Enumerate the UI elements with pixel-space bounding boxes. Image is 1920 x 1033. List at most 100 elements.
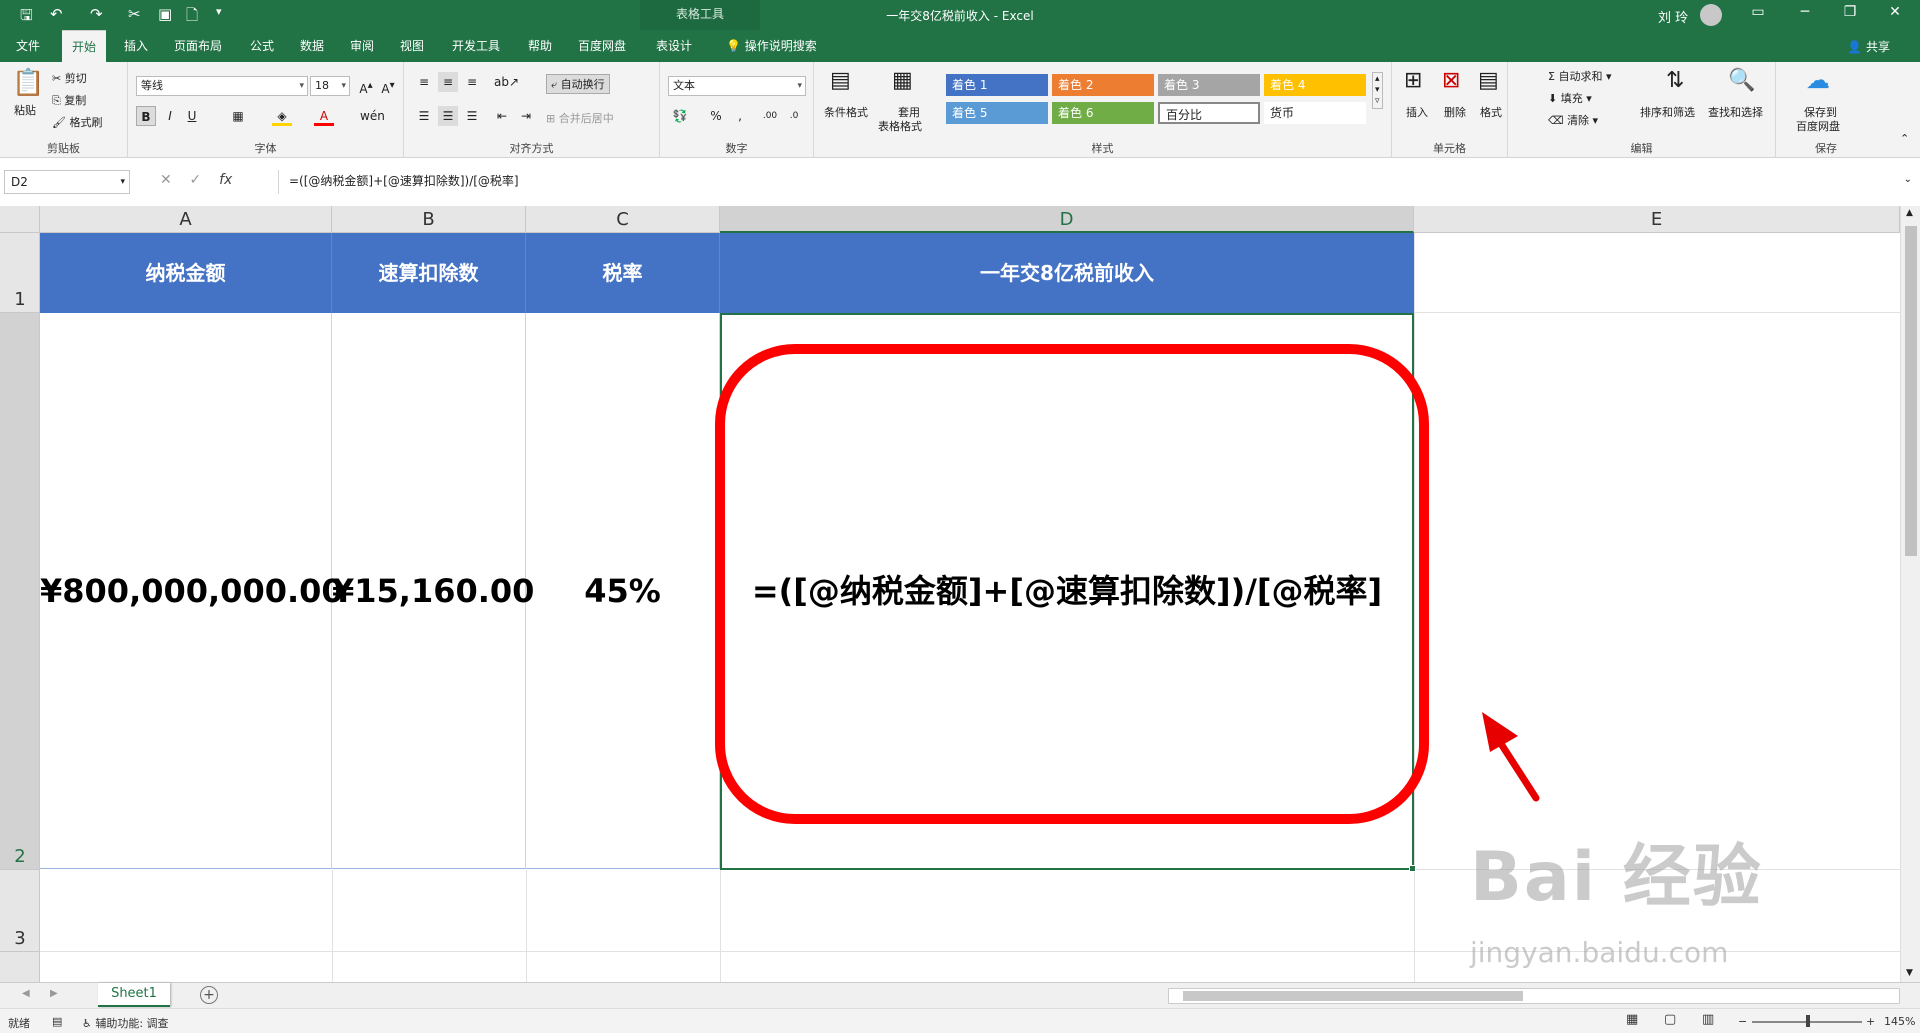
expand-formula-icon[interactable]: ⌄ [1904, 174, 1912, 185]
style-accent4[interactable]: 着色 4 [1264, 74, 1366, 96]
tab-formulas[interactable]: 公式 [240, 30, 284, 62]
enter-icon[interactable]: ✓ [190, 172, 202, 188]
increase-decimal-icon[interactable]: .00 [760, 106, 780, 126]
increase-font-icon[interactable]: A▴ [356, 76, 376, 96]
align-middle-icon[interactable]: ≡ [438, 72, 458, 92]
next-sheet-icon[interactable]: ▶ [50, 988, 58, 999]
decrease-font-icon[interactable]: A▾ [378, 76, 398, 96]
collapse-ribbon-icon[interactable]: ⌃ [1900, 132, 1909, 145]
column-header-a[interactable]: A [40, 206, 332, 233]
format-cells-button[interactable]: 格式 [1480, 104, 1502, 120]
cell-a2[interactable]: ¥800,000,000.00 [40, 313, 344, 869]
macro-record-icon[interactable]: ▤ [52, 1015, 62, 1028]
select-all-corner[interactable] [0, 206, 40, 233]
formula-input[interactable]: =([@纳税金额]+[@速算扣除数])/[@税率] [278, 170, 1908, 194]
find-select-button[interactable]: 查找和选择 [1708, 104, 1763, 120]
column-header-e[interactable]: E [1414, 206, 1900, 233]
style-percent[interactable]: 百分比 [1158, 102, 1260, 124]
underline-button[interactable]: U [182, 106, 202, 126]
percent-button[interactable]: % [706, 106, 726, 126]
phonetic-icon[interactable]: wén [360, 106, 385, 126]
style-accent3[interactable]: 着色 3 [1158, 74, 1260, 96]
conditional-format-icon[interactable]: ▤ [830, 68, 851, 93]
delete-cells-button[interactable]: 删除 [1444, 104, 1466, 120]
align-center-icon[interactable]: ☰ [438, 106, 458, 126]
delete-cells-icon[interactable]: ⊠ [1442, 68, 1460, 93]
accounting-icon[interactable]: 💱 [670, 106, 690, 126]
italic-button[interactable]: I [160, 106, 180, 126]
clear-button[interactable]: ⌫ 清除 ▾ [1548, 112, 1598, 128]
decrease-decimal-icon[interactable]: .0 [784, 106, 804, 126]
paste-icon[interactable]: 📋 [12, 68, 44, 98]
zoom-out-icon[interactable]: − [1738, 1015, 1747, 1028]
avatar[interactable] [1700, 4, 1722, 26]
cell-b1[interactable]: 速算扣除数 [332, 233, 526, 313]
align-left-icon[interactable]: ☰ [414, 106, 434, 126]
prev-sheet-icon[interactable]: ◀ [22, 988, 30, 999]
style-accent5[interactable]: 着色 5 [946, 102, 1048, 124]
spreadsheet-grid[interactable]: A B C D E 1 2 3 纳税金额 速算扣除数 税率 一年交8亿税前收入 … [0, 206, 1900, 982]
cell-d1[interactable]: 一年交8亿税前收入 [720, 233, 1414, 313]
page-break-view-icon[interactable]: ▥ [1702, 1012, 1714, 1027]
tab-insert[interactable]: 插入 [114, 30, 158, 62]
align-right-icon[interactable]: ☰ [462, 106, 482, 126]
tab-page-layout[interactable]: 页面布局 [164, 30, 232, 62]
vertical-scrollbar[interactable]: ▲ ▼ [1900, 206, 1920, 982]
find-select-icon[interactable]: 🔍 [1728, 68, 1755, 93]
zoom-slider-thumb[interactable] [1806, 1015, 1810, 1027]
scroll-thumb[interactable] [1905, 226, 1917, 556]
autosum-button[interactable]: Σ 自动求和 ▾ [1548, 68, 1611, 84]
style-accent6[interactable]: 着色 6 [1052, 102, 1154, 124]
format-cells-icon[interactable]: ▤ [1478, 68, 1499, 93]
horizontal-scrollbar[interactable] [1168, 988, 1900, 1004]
bold-button[interactable]: B [136, 106, 156, 126]
cell-c2[interactable]: 45% [526, 313, 720, 869]
orientation-icon[interactable]: ab↗ [494, 72, 519, 92]
column-header-b[interactable]: B [332, 206, 526, 233]
tab-table-design[interactable]: 表设计 [646, 30, 702, 62]
border-icon[interactable]: ▦ [228, 106, 248, 126]
cut-button[interactable]: ✂ 剪切 [52, 70, 87, 86]
style-accent2[interactable]: 着色 2 [1052, 74, 1154, 96]
copy-button[interactable]: ⎘ 复制 [52, 92, 86, 108]
scroll-down-icon[interactable]: ▼ [1906, 968, 1913, 978]
tab-view[interactable]: 视图 [390, 30, 434, 62]
normal-view-icon[interactable]: ▦ [1626, 1012, 1638, 1027]
align-bottom-icon[interactable]: ≡ [462, 72, 482, 92]
decrease-indent-icon[interactable]: ⇤ [492, 106, 512, 126]
paste-button[interactable]: 粘贴 [14, 102, 36, 118]
tab-developer[interactable]: 开发工具 [442, 30, 510, 62]
scroll-up-icon[interactable]: ▲ [1906, 208, 1913, 218]
table-format-icon[interactable]: ▦ [892, 68, 913, 93]
format-painter-button[interactable]: 🖌 格式刷 [52, 114, 102, 130]
comma-style-icon[interactable]: , [730, 106, 750, 126]
tab-home[interactable]: 开始 [62, 30, 107, 63]
sheet-tab-sheet1[interactable]: Sheet1 [98, 983, 170, 1007]
cell-b2[interactable]: ¥15,160.00 [332, 313, 534, 869]
tab-file[interactable]: 文件 [6, 30, 50, 62]
maximize-icon[interactable]: ❐ [1835, 4, 1865, 20]
minimize-icon[interactable]: ─ [1790, 4, 1820, 20]
save-to-netdisk-button-line2[interactable]: 百度网盘 [1796, 118, 1840, 134]
fill-button[interactable]: ⬇ 填充 ▾ [1548, 90, 1592, 106]
insert-cells-button[interactable]: 插入 [1406, 104, 1428, 120]
share-button[interactable]: 👤 共享 [1847, 38, 1890, 55]
fill-color-icon[interactable]: ◈ [272, 106, 292, 126]
font-size-combo[interactable]: 18 ▾ [310, 76, 350, 96]
cancel-icon[interactable]: ✕ [160, 172, 172, 188]
fill-handle[interactable] [1409, 865, 1416, 872]
accessibility-status[interactable]: ♿ 辅助功能: 调查 [82, 1015, 169, 1031]
style-currency[interactable]: 货币 [1264, 102, 1366, 124]
user-name[interactable]: 刘 玲 [1658, 7, 1688, 26]
number-format-combo[interactable]: 文本 ▾ [668, 76, 806, 96]
zoom-in-icon[interactable]: + [1866, 1015, 1875, 1028]
zoom-level[interactable]: 145% [1884, 1015, 1915, 1028]
cell-a1[interactable]: 纳税金额 [40, 233, 332, 313]
conditional-format-button[interactable]: 条件格式 [824, 104, 868, 120]
tab-review[interactable]: 审阅 [340, 30, 384, 62]
increase-indent-icon[interactable]: ⇥ [516, 106, 536, 126]
column-header-d[interactable]: D [720, 206, 1414, 233]
table-format-button-line2[interactable]: 表格格式 [878, 118, 922, 134]
font-color-icon[interactable]: A [314, 106, 334, 126]
tab-data[interactable]: 数据 [290, 30, 334, 62]
